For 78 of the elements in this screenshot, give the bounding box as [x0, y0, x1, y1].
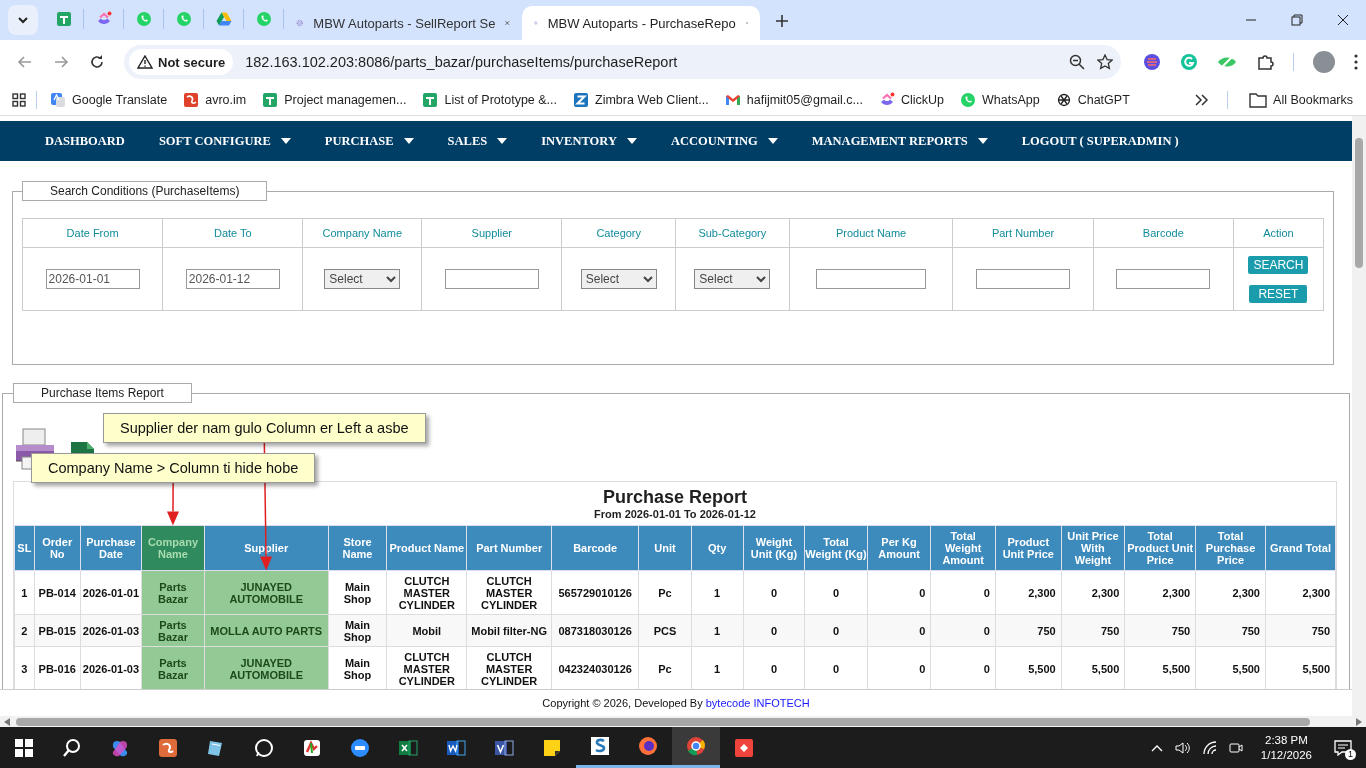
- table-cell: Parts Bazar: [141, 570, 205, 615]
- table-cell: 1: [14, 570, 35, 615]
- table-cell: 750: [1061, 614, 1125, 647]
- table-cell: 565729010126: [551, 570, 639, 615]
- column-header: Product Unit Price: [995, 525, 1062, 571]
- table-cell: Pc: [638, 570, 692, 615]
- table-cell: 0: [930, 614, 996, 647]
- column-header: Part Number: [466, 525, 552, 571]
- column-header: Order No: [34, 525, 81, 571]
- column-header: Barcode: [1093, 218, 1234, 248]
- table-cell: Main Shop: [328, 614, 387, 647]
- table-cell: CLUTCH MASTER CYLINDER: [386, 570, 467, 615]
- table-cell: Main Shop: [328, 570, 387, 615]
- table-cell: 2: [14, 614, 35, 647]
- table-cell: 2,300: [1195, 570, 1266, 615]
- column-header: Date To: [162, 218, 303, 248]
- column-header: Purchase Date: [80, 525, 142, 571]
- column-header: Total Weight Amount: [930, 525, 996, 571]
- table-cell: 2,300: [995, 570, 1062, 615]
- table-cell: CLUTCH MASTER CYLINDER: [466, 570, 552, 615]
- table-cell: 2026-01-03: [80, 614, 142, 647]
- table-cell: Mobil filter-NG: [466, 614, 552, 647]
- table-cell: 0: [743, 614, 805, 647]
- table-cell: 2,300: [1265, 570, 1336, 615]
- table-cell: 0: [930, 570, 996, 615]
- table-cell: 750: [1124, 614, 1196, 647]
- table-cell: Parts Bazar: [141, 614, 205, 647]
- column-header: Company Name: [302, 218, 422, 248]
- column-header: Product Name: [789, 218, 953, 248]
- column-header: Grand Total: [1265, 525, 1336, 571]
- table-cell: 0: [867, 614, 931, 647]
- column-header: Store Name: [328, 525, 387, 571]
- table-cell: 0: [867, 570, 931, 615]
- column-header: Part Number: [953, 218, 1094, 248]
- column-header: Total Weight (Kg): [804, 525, 868, 571]
- report-subtitle: From 2026-01-01 To 2026-01-12: [593, 508, 757, 520]
- report-title: Purchase Report: [601, 487, 748, 508]
- column-header: SL: [14, 525, 35, 571]
- table-cell: PB-014: [34, 570, 81, 615]
- column-header: Sub-Category: [675, 218, 790, 248]
- table-cell: JUNAYED AUTOMOBILE: [204, 570, 329, 615]
- table-cell: 2,300: [1124, 570, 1196, 615]
- column-header: Weight Unit (Kg): [743, 525, 805, 571]
- table-cell: Mobil: [386, 614, 467, 647]
- table-cell: PB-015: [34, 614, 81, 647]
- table-cell: 2026-01-01: [80, 570, 142, 615]
- copyright-text: Copyright © 2026, Developed By bytecode INFOTECH: [542, 697, 810, 709]
- table-cell: 0: [743, 570, 805, 615]
- column-header: Action: [1233, 218, 1324, 248]
- column-header: Date From: [22, 218, 163, 248]
- table-cell: Parts Bazar: [141, 646, 205, 689]
- table-cell: PCS: [638, 614, 692, 647]
- table-cell: MOLLA AUTO PARTS: [204, 614, 329, 647]
- column-header: Total Purchase Price: [1195, 525, 1266, 571]
- table-cell: 750: [1265, 614, 1336, 647]
- column-header: Unit: [638, 525, 692, 571]
- column-header: Unit Price With Weight: [1061, 525, 1125, 571]
- column-header: Barcode: [551, 525, 639, 571]
- table-cell: 2,300: [1061, 570, 1125, 615]
- table-cell: 0: [804, 614, 868, 647]
- panel-legend: Purchase Items Report: [13, 383, 192, 403]
- panel-legend: Search Conditions (PurchaseItems): [22, 181, 268, 201]
- table-cell: 750: [1195, 614, 1266, 647]
- table-cell: 1: [691, 614, 744, 647]
- table-cell: 1: [691, 570, 744, 615]
- table-cell: 0: [804, 570, 868, 615]
- table-cell: 750: [995, 614, 1062, 647]
- table-cell: JUNAYED AUTOMOBILE: [204, 646, 329, 689]
- column-header: Qty: [691, 525, 744, 571]
- column-header: Supplier: [421, 218, 562, 248]
- table-cell: 087318030126: [551, 614, 639, 647]
- column-header: Product Name: [386, 525, 467, 571]
- note-tooltip: Supplier der nam gulo Column er Left a asbe: [103, 413, 426, 443]
- column-header: Total Product Unit Price: [1124, 525, 1196, 571]
- column-header: Per Kg Amount: [867, 525, 931, 571]
- note-tooltip: Company Name > Column ti hide hobe: [31, 453, 316, 483]
- column-header: Company Name: [141, 525, 205, 571]
- column-header: Category: [561, 218, 676, 248]
